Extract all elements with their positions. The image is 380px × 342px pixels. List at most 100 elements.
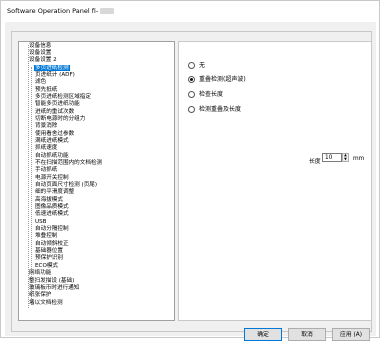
cancel-button[interactable]: 取消 bbox=[288, 328, 326, 341]
tree-item-label: 网络功能 bbox=[29, 270, 52, 277]
tree-item[interactable]: 纸张保护 bbox=[19, 292, 174, 299]
tree-item-label: 进纸的重试次数 bbox=[35, 108, 75, 115]
tree-connector bbox=[18, 237, 19, 238]
tree-item-label: 预先抵纸 bbox=[35, 86, 58, 93]
tree-item[interactable]: 预保护识别 bbox=[19, 255, 174, 262]
ok-button[interactable]: 确定 bbox=[244, 328, 282, 341]
length-unit: mm bbox=[353, 156, 365, 162]
tree-connector bbox=[18, 164, 19, 165]
tree-connector bbox=[18, 97, 19, 98]
tree-connector bbox=[18, 68, 19, 69]
tree-connector bbox=[18, 208, 19, 209]
tree-connector bbox=[18, 274, 19, 275]
tree-item-label: USB bbox=[35, 218, 47, 225]
tree-item[interactable]: 滤色 bbox=[19, 79, 174, 86]
tree-item-label: 高海拔模式 bbox=[35, 196, 63, 203]
tree-connector bbox=[18, 53, 19, 54]
tree-item-label: 设备信息 bbox=[29, 42, 52, 49]
tree-item[interactable]: 细的平滑度调整 bbox=[19, 189, 174, 196]
tree-connector bbox=[18, 149, 19, 150]
dialog-window: Software Operation Panel fi- 设备信息 设备设置 设备设… bbox=[0, 0, 380, 341]
panel-frame: 设备信息 设备设置 设备设置 2 多页进纸检测 页进纸计 (ADF) 滤色 预先抵纸 多页进纸… bbox=[11, 31, 372, 341]
tree-item-label: 细的平滑度调整 bbox=[35, 189, 75, 196]
tree-item[interactable]: 设备信息 bbox=[19, 43, 174, 50]
tree-connector bbox=[18, 230, 19, 231]
tree-item-label: 不在扫描范围内的文档检测 bbox=[35, 160, 103, 166]
tree-item[interactable]: 堵以文档检测 bbox=[19, 300, 174, 307]
tree-connector bbox=[18, 266, 19, 267]
tree-item-label: 自动分隔控制 bbox=[35, 226, 69, 233]
redacted-model-number bbox=[100, 8, 115, 14]
tree-item-label: 自动页面尺寸检测 (页尾) bbox=[35, 182, 98, 189]
tree-item-label: 低速进纸模式 bbox=[35, 211, 69, 218]
tree-item-label: 基础器位置 bbox=[35, 248, 63, 255]
tree-item[interactable]: 抓纸速度 bbox=[19, 145, 174, 152]
tree-item[interactable]: 进纸的重试次数 bbox=[19, 109, 174, 116]
option-overlap-and-length[interactable]: 检测重叠及长度 bbox=[188, 105, 241, 115]
tree-item[interactable]: 网络功能 bbox=[19, 270, 174, 277]
tree-item[interactable]: 多页进纸检测 bbox=[18, 64, 174, 72]
tree-connector bbox=[18, 105, 19, 106]
tree-item[interactable]: 使用看舍过参数 bbox=[19, 131, 174, 138]
tree-connector bbox=[18, 83, 19, 84]
tree-item[interactable]: 堆叠控制 bbox=[19, 233, 174, 240]
tree-item-label: 抓纸速度 bbox=[35, 145, 58, 152]
tree-item[interactable]: 设备设置 2 bbox=[19, 57, 174, 64]
tree-item[interactable]: 电源开关控制 bbox=[19, 175, 174, 182]
radio-length[interactable] bbox=[188, 91, 195, 98]
tree-item-label: 玻璃板币时进行通知 bbox=[29, 284, 80, 291]
tree-item-label: 手动抓纸 bbox=[35, 167, 58, 174]
tree-connector bbox=[18, 252, 19, 253]
length-input[interactable]: 10 bbox=[322, 153, 342, 162]
tree-connector bbox=[18, 46, 19, 47]
option-none[interactable]: 无 bbox=[188, 61, 205, 71]
tree-item[interactable]: 背景消除 bbox=[19, 123, 174, 130]
tree-item-label: ECO模式 bbox=[35, 262, 59, 269]
settings-panel: 无 重叠检测(超声波) 检查长度 检测重叠及长度 长度 10 ▲ ▼ mm bbox=[178, 41, 372, 321]
tree-item[interactable]: 高海拔模式 bbox=[19, 197, 174, 204]
tree-item[interactable]: 整扫发描设 (基础) bbox=[19, 278, 174, 285]
tree-item-label: 背景消除 bbox=[35, 123, 58, 130]
tree-item-label: 切断电源时的分组力 bbox=[35, 115, 86, 122]
tree-connector bbox=[18, 90, 19, 91]
tree-item-label: 页进纸计 (ADF) bbox=[35, 71, 75, 78]
tree-item-label: 预保护识别 bbox=[35, 255, 63, 262]
tree-connector bbox=[18, 200, 19, 201]
tree-connector bbox=[18, 303, 19, 304]
tree-item-label: 自动倾斜校正 bbox=[35, 240, 69, 247]
tree-item[interactable]: 自动抓纸功能 bbox=[19, 153, 174, 160]
tree-item[interactable]: 预先抵纸 bbox=[19, 87, 174, 94]
radio-none[interactable] bbox=[188, 62, 195, 69]
tree-connector bbox=[18, 112, 19, 113]
tree-connector bbox=[18, 222, 19, 223]
settings-tree[interactable]: 设备信息 设备设置 设备设置 2 多页进纸检测 页进纸计 (ADF) 滤色 预先抵纸 多页进纸… bbox=[18, 41, 175, 321]
radio-overlap[interactable] bbox=[188, 76, 195, 83]
tree-item[interactable]: USB bbox=[19, 219, 174, 226]
spin-down-icon[interactable]: ▼ bbox=[343, 157, 348, 162]
option-length[interactable]: 检查长度 bbox=[188, 90, 223, 100]
tree-item[interactable]: 低速进纸模式 bbox=[19, 211, 174, 218]
length-spinner[interactable]: ▲ ▼ bbox=[342, 153, 349, 162]
tree-connector bbox=[18, 281, 19, 282]
tree-connector bbox=[18, 244, 19, 245]
option-overlap[interactable]: 重叠检测(超声波) bbox=[188, 75, 246, 85]
radio-overlap-and-length[interactable] bbox=[188, 106, 195, 113]
tree-connector bbox=[18, 127, 19, 128]
length-label: 长度 bbox=[309, 159, 321, 165]
tree-item[interactable]: 智能多页进纸功能 bbox=[19, 101, 174, 108]
tree-connector bbox=[18, 215, 19, 216]
tree-item-label: 设备设置 bbox=[29, 49, 52, 56]
tree-item[interactable]: 手动抓纸 bbox=[19, 167, 174, 174]
window-title: Software Operation Panel fi- bbox=[7, 7, 115, 15]
tree-connector bbox=[18, 156, 19, 157]
option-none-label: 无 bbox=[199, 62, 206, 69]
tree-connector bbox=[18, 61, 19, 62]
tree-item-label: 多页进纸检测 bbox=[34, 64, 70, 71]
option-overlap-and-length-label: 检测重叠及长度 bbox=[199, 106, 242, 113]
tree-item-label: 滤色 bbox=[35, 79, 47, 86]
tree-item-label: 堆叠控制 bbox=[35, 233, 58, 240]
tree-item-label: 设备设置 2 bbox=[29, 57, 57, 64]
tree-item-label: 电源开关控制 bbox=[35, 174, 69, 181]
tree-connector bbox=[18, 134, 19, 135]
apply-button[interactable]: 应用 (A) bbox=[332, 328, 370, 341]
